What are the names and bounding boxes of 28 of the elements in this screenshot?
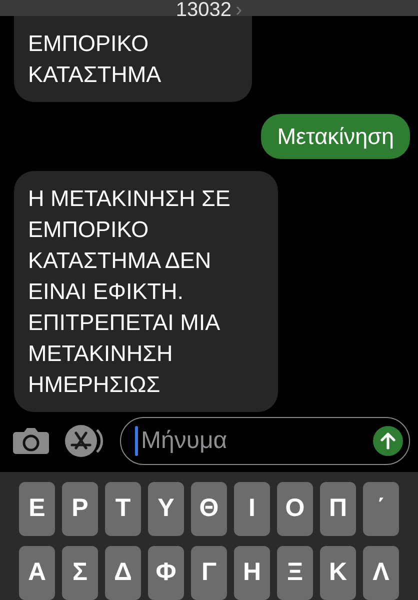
received-message: Η ΜΕΤΑΚΙΝΗΣΗ ΣΕ ΕΜΠΟΡΙΚΟ ΚΑΤΑΣΤΗΜΑ ΔΕΝ ΕΙΝΑΙ ΕΦΙΚΤΗ. ΕΠΙΤΡΕΠΕΤΑΙ ΜΙΑ ΜΕΤΑΚΙΝΗΣΗ ΗΜΕΡΗΣΙΩΣ — [14, 171, 278, 412]
camera-icon[interactable] — [12, 427, 50, 455]
keyboard-key[interactable]: Ε — [19, 482, 55, 536]
keyboard-key[interactable]: Φ — [148, 546, 184, 600]
contact-number[interactable]: 13032 — [176, 0, 232, 16]
keyboard-key[interactable]: Ι — [234, 482, 270, 536]
keyboard-key[interactable]: Α — [19, 546, 55, 600]
keyboard-key[interactable]: Τ — [105, 482, 141, 536]
keyboard-key[interactable]: Θ — [191, 482, 227, 536]
keyboard-key[interactable]: Ξ — [277, 546, 313, 600]
keyboard-key[interactable]: Δ — [105, 546, 141, 600]
keyboard-key[interactable]: ΄ — [363, 482, 399, 536]
keyboard-key[interactable]: Ο — [277, 482, 313, 536]
keyboard-key[interactable]: Η — [234, 546, 270, 600]
keyboard-key[interactable]: Π — [320, 482, 356, 536]
keyboard-key[interactable]: Κ — [320, 546, 356, 600]
arrow-up-icon — [380, 432, 396, 450]
text-cursor — [135, 426, 138, 456]
keyboard-key[interactable]: Ρ — [62, 482, 98, 536]
send-button[interactable] — [373, 426, 403, 456]
keyboard-key[interactable]: Υ — [148, 482, 184, 536]
message-field[interactable]: Μήνυμα — [139, 422, 373, 460]
keyboard-key[interactable]: Γ — [191, 546, 227, 600]
compose-field[interactable]: Μήνυμα — [120, 417, 410, 465]
app-store-icon[interactable] — [64, 424, 106, 458]
keyboard-key[interactable]: Σ — [62, 546, 98, 600]
sent-message: Μετακίνηση — [261, 114, 410, 159]
keyboard-key[interactable]: Λ — [363, 546, 399, 600]
